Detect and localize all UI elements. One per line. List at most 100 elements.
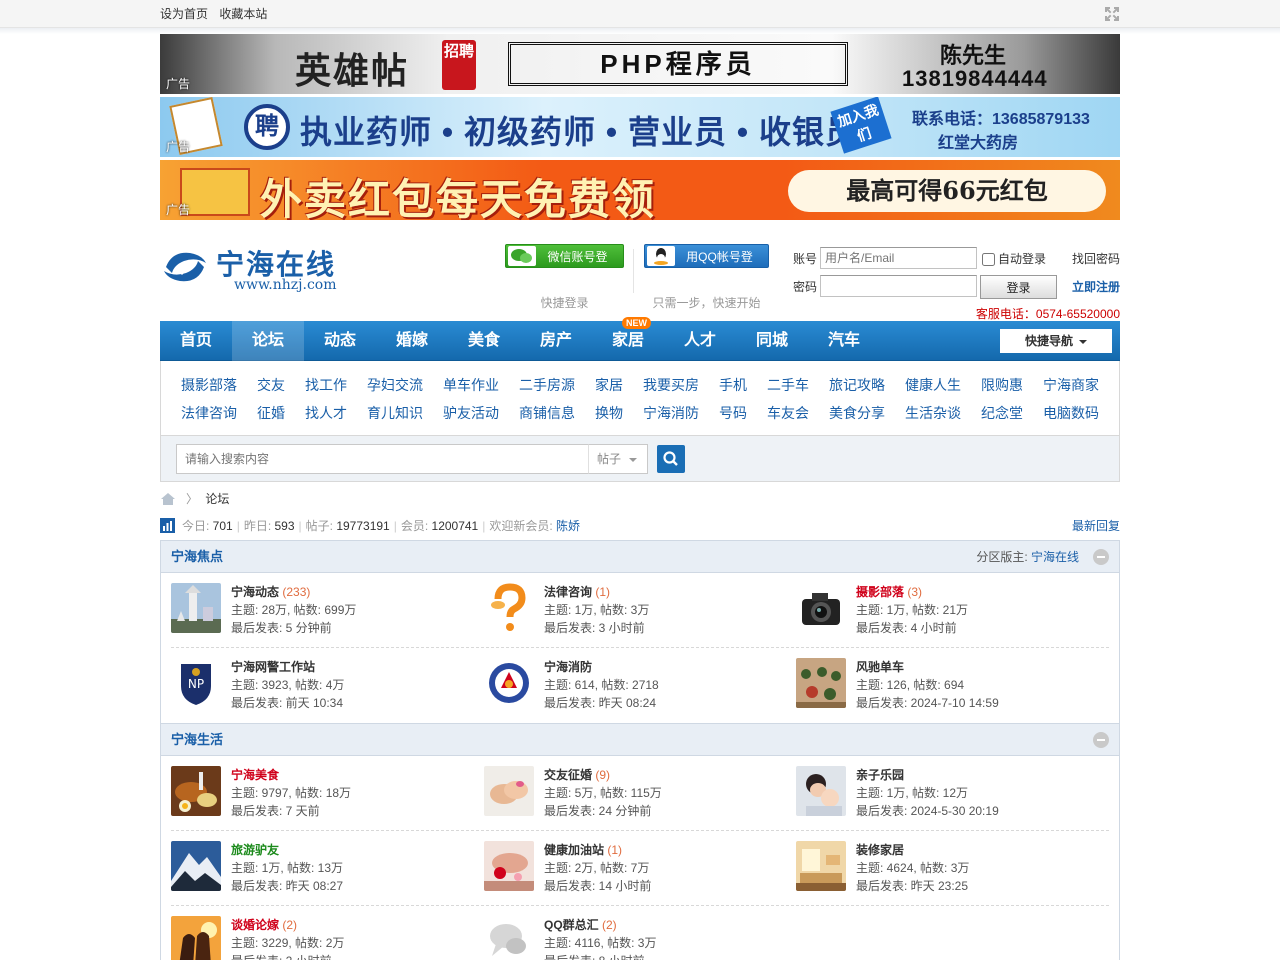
forum-name-link[interactable]: 亲子乐园: [856, 768, 904, 782]
nav-item-1[interactable]: 论坛: [232, 321, 304, 361]
forum-thumbnail[interactable]: [484, 658, 534, 708]
nav-item-3[interactable]: 婚嫁: [376, 321, 448, 361]
search-button[interactable]: [657, 445, 685, 473]
nav-item-9[interactable]: 汽车: [808, 321, 880, 361]
forum-name-link[interactable]: 谈婚论嫁: [231, 918, 279, 932]
sub-nav-link[interactable]: 车友会: [767, 399, 809, 427]
home-icon[interactable]: [160, 492, 176, 506]
login-button[interactable]: 登录: [980, 275, 1057, 299]
forum-thumbnail[interactable]: [484, 916, 534, 960]
bookmark-link[interactable]: 收藏本站: [219, 7, 267, 21]
quick-nav-button[interactable]: 快捷导航: [1000, 329, 1112, 353]
sub-nav-link[interactable]: 生活杂谈: [905, 399, 961, 427]
nav-item-8[interactable]: 同城: [736, 321, 808, 361]
collapse-icon[interactable]: [1093, 732, 1109, 748]
forum-last-post: 最后发表: 昨天 08:27: [231, 879, 344, 893]
forum-thumbnail[interactable]: [796, 658, 846, 708]
sub-nav-link[interactable]: 宁海消防: [643, 399, 699, 427]
section-title[interactable]: 宁海焦点: [171, 549, 223, 564]
sub-nav-link[interactable]: 商铺信息: [519, 399, 575, 427]
sub-nav-link[interactable]: 号码: [719, 399, 747, 427]
forgot-password-link[interactable]: 找回密码: [1072, 247, 1120, 271]
forum-thumbnail[interactable]: [171, 583, 221, 633]
wechat-login-button[interactable]: 微信账号登录: [505, 244, 624, 288]
search-input[interactable]: [176, 444, 648, 474]
sub-nav-link[interactable]: 孕妇交流: [367, 371, 423, 399]
forum-name-link[interactable]: 健康加油站: [544, 843, 604, 857]
search-type-select[interactable]: 帖子: [588, 444, 648, 474]
section-header[interactable]: 宁海生活: [161, 724, 1119, 756]
forum-item: 宁海动态 (233) 主题: 28万, 帖数: 699万 最后发表: 5 分钟前: [171, 583, 483, 637]
forum-thumbnail[interactable]: [171, 916, 221, 960]
sub-nav-link[interactable]: 找工作: [305, 371, 347, 399]
forum-thumbnail[interactable]: [484, 841, 534, 891]
wechat-icon: [508, 246, 536, 266]
forum-thumbnail[interactable]: [484, 766, 534, 816]
ad-banner-hero-post[interactable]: 英雄帖 招聘 PHP程序员 陈先生 13819844444 广告: [160, 34, 1120, 94]
sub-nav-link[interactable]: 换物: [595, 399, 623, 427]
sub-nav-link[interactable]: 交友: [257, 371, 285, 399]
sub-nav-link[interactable]: 宁海商家: [1043, 371, 1099, 399]
ad-banner-redpacket[interactable]: 外卖红包每天免费领 最高可得66元红包 广告: [160, 160, 1120, 220]
forum-name-link[interactable]: 旅游驴友: [231, 843, 279, 857]
register-link[interactable]: 立即注册: [1072, 275, 1120, 299]
forum-thumbnail[interactable]: [796, 766, 846, 816]
sub-nav-link[interactable]: 限购惠: [981, 371, 1023, 399]
latest-replies-link[interactable]: 最新回复: [1072, 516, 1120, 536]
nav-item-2[interactable]: 动态: [304, 321, 376, 361]
moderator-link[interactable]: 宁海在线: [1031, 550, 1079, 564]
forum-name-link[interactable]: 风驰单车: [856, 660, 904, 674]
forum-name-link[interactable]: 宁海美食: [231, 768, 279, 782]
password-label: 密码: [793, 280, 818, 294]
sub-nav-link[interactable]: 旅记攻略: [829, 371, 885, 399]
auto-login-checkbox[interactable]: 自动登录: [982, 247, 1046, 271]
site-logo[interactable]: 宁海在线 www.nhzj.com: [160, 243, 360, 293]
set-homepage-link[interactable]: 设为首页: [160, 7, 208, 21]
nav-item-5[interactable]: 房产: [520, 321, 592, 361]
sub-nav-link[interactable]: 驴友活动: [443, 399, 499, 427]
forum-thumbnail[interactable]: [796, 841, 846, 891]
forum-stats: 主题: 1万, 帖数: 12万: [856, 786, 969, 800]
newest-member-link[interactable]: 陈娇: [556, 519, 580, 533]
sub-nav-link[interactable]: 手机: [719, 371, 747, 399]
sub-nav-link[interactable]: 美食分享: [829, 399, 885, 427]
account-input[interactable]: [820, 247, 977, 269]
nav-item-0[interactable]: 首页: [160, 321, 232, 361]
sub-nav-link[interactable]: 育儿知识: [367, 399, 423, 427]
forum-name-link[interactable]: 宁海动态: [231, 585, 279, 599]
forum-name-link[interactable]: 交友征婚: [544, 768, 592, 782]
ad-banner-pharmacy[interactable]: 聘 执业药师 • 初级药师 • 营业员 • 收银员 加入我们 联系电话：1368…: [160, 97, 1120, 157]
section-header[interactable]: 宁海焦点 分区版主: 宁海在线: [161, 541, 1119, 573]
forum-thumbnail[interactable]: [171, 766, 221, 816]
sub-nav-link[interactable]: 二手房源: [519, 371, 575, 399]
sub-nav-link[interactable]: 纪念堂: [981, 399, 1023, 427]
password-input[interactable]: [820, 275, 977, 297]
sub-nav-link[interactable]: 电脑数码: [1043, 399, 1099, 427]
sub-nav-link[interactable]: 摄影部落: [181, 371, 237, 399]
forum-thumbnail[interactable]: [796, 583, 846, 633]
sub-nav-link[interactable]: 家居: [595, 371, 623, 399]
forum-stats: 主题: 4624, 帖数: 3万: [856, 861, 970, 875]
sub-nav-link[interactable]: 法律咨询: [181, 399, 237, 427]
sub-nav-link[interactable]: 征婚: [257, 399, 285, 427]
sub-nav-link[interactable]: 二手车: [767, 371, 809, 399]
collapse-icon[interactable]: [1093, 549, 1109, 565]
qq-login-button[interactable]: 用QQ帐号登录: [644, 244, 769, 288]
forum-name-link[interactable]: 装修家居: [856, 843, 904, 857]
forum-name-link[interactable]: 摄影部落: [856, 585, 904, 599]
forum-thumbnail[interactable]: NP: [171, 658, 221, 708]
forum-thumbnail[interactable]: [171, 841, 221, 891]
forum-thumbnail[interactable]: [484, 583, 534, 633]
sub-nav-link[interactable]: 单车作业: [443, 371, 499, 399]
forum-name-link[interactable]: QQ群总汇: [544, 918, 599, 932]
forum-name-link[interactable]: 宁海网警工作站: [231, 660, 315, 674]
nav-item-7[interactable]: 人才: [664, 321, 736, 361]
sub-nav-link[interactable]: 健康人生: [905, 371, 961, 399]
forum-name-link[interactable]: 法律咨询: [544, 585, 592, 599]
nav-item-4[interactable]: 美食: [448, 321, 520, 361]
section-title[interactable]: 宁海生活: [171, 732, 223, 747]
forum-name-link[interactable]: 宁海消防: [544, 660, 592, 674]
sub-nav-link[interactable]: 找人才: [305, 399, 347, 427]
fullscreen-icon[interactable]: [1104, 6, 1120, 22]
sub-nav-link[interactable]: 我要买房: [643, 371, 699, 399]
